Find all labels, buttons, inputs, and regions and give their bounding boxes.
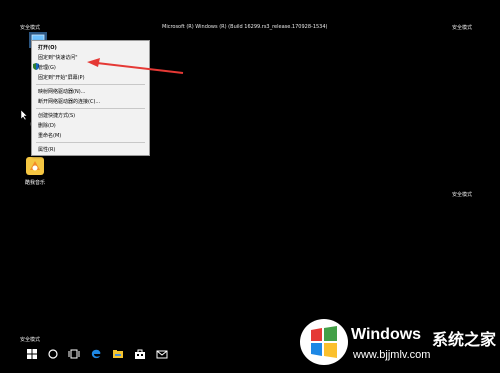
menu-item-label: 管理(G) bbox=[38, 65, 56, 71]
watermark-url: www.bjjmlv.com bbox=[353, 349, 431, 361]
kuwo-music-icon bbox=[26, 157, 44, 175]
menu-separator bbox=[36, 108, 145, 109]
menu-item-label: 打开(O) bbox=[38, 45, 57, 51]
menu-item-map-network-drive[interactable]: 映射网络驱动器(N)... bbox=[32, 87, 149, 95]
safe-mode-label-top-right: 安全模式 bbox=[452, 25, 473, 31]
safe-mode-label-bottom-left: 安全模式 bbox=[20, 337, 41, 343]
menu-item-properties[interactable]: 属性(R) bbox=[32, 145, 149, 153]
edge-icon[interactable] bbox=[90, 348, 102, 360]
red-arrow bbox=[87, 58, 184, 74]
build-info-text: Microsoft (R) Windows (R) (Build 16299.r… bbox=[162, 24, 328, 30]
menu-separator bbox=[36, 142, 145, 143]
menu-item-rename[interactable]: 重命名(M) bbox=[32, 131, 149, 139]
watermark-logo bbox=[300, 319, 348, 365]
menu-item-label: 固定到"开始"屏幕(P) bbox=[38, 75, 85, 81]
safe-mode-label-top-left: 安全模式 bbox=[20, 25, 41, 31]
safe-mode-label-right: 安全模式 bbox=[452, 192, 473, 198]
menu-item-label: 映射网络驱动器(N)... bbox=[38, 89, 86, 95]
menu-item-disconnect-network-drive[interactable]: 断开网络驱动器的连接(C)... bbox=[32, 97, 149, 105]
menu-item-label: 创建快捷方式(S) bbox=[38, 113, 76, 119]
watermark-cn: 系统之家 bbox=[432, 330, 497, 349]
menu-item-delete[interactable]: 删除(D) bbox=[32, 121, 149, 129]
menu-item-label: 固定到"快速访问" bbox=[38, 55, 78, 61]
menu-item-label: 重命名(M) bbox=[38, 133, 62, 139]
store-icon[interactable] bbox=[134, 348, 146, 360]
menu-item-label: 属性(R) bbox=[38, 147, 56, 153]
watermark-brand: Windows bbox=[351, 326, 422, 343]
windows-start-icon[interactable] bbox=[26, 348, 38, 360]
mail-icon[interactable] bbox=[156, 348, 168, 360]
file-explorer-icon[interactable] bbox=[112, 348, 124, 360]
menu-item-label: 删除(D) bbox=[38, 123, 56, 129]
menu-item-create-shortcut[interactable]: 创建快捷方式(S) bbox=[32, 111, 149, 119]
menu-item-label: 断开网络驱动器的连接(C)... bbox=[38, 99, 101, 105]
menu-item-open[interactable]: 打开(O) bbox=[32, 43, 149, 51]
menu-separator bbox=[36, 84, 145, 85]
desktop-icon-label: 酷我音乐 bbox=[24, 180, 45, 186]
cortana-circle-icon[interactable] bbox=[47, 348, 59, 360]
desktop-icon-kuwo[interactable]: 酷我音乐 bbox=[23, 157, 47, 186]
task-view-icon[interactable] bbox=[68, 348, 80, 360]
